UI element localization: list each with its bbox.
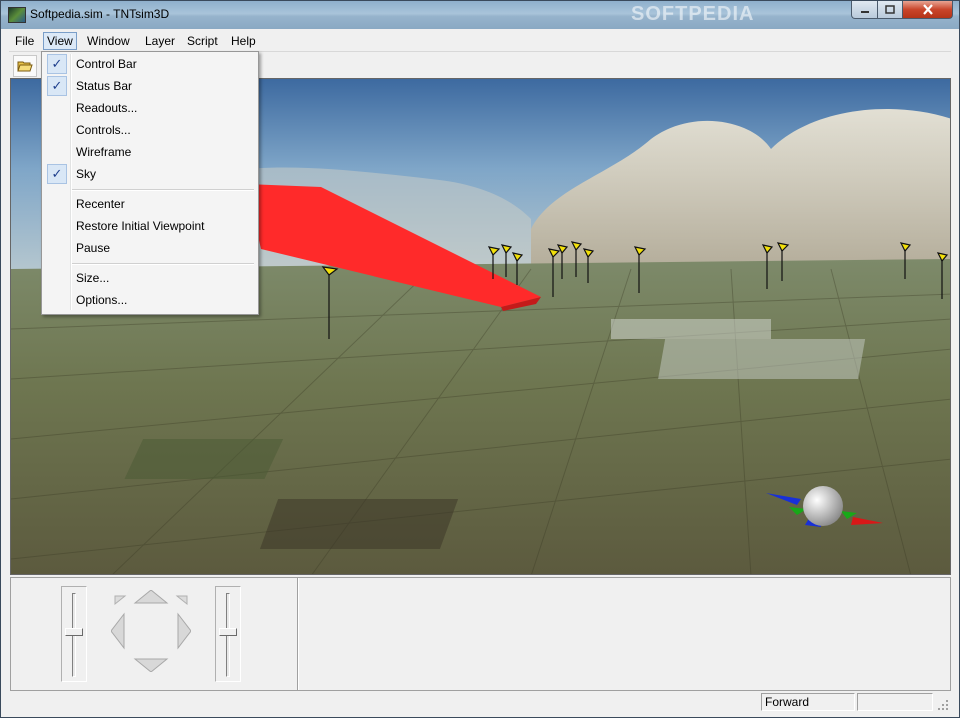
arrow-down-icon[interactable]	[133, 658, 169, 672]
app-icon[interactable]	[8, 7, 26, 23]
navigation-pad[interactable]	[111, 590, 191, 672]
menu-item-control-bar[interactable]: ✓ Control Bar	[42, 53, 258, 75]
panel-divider	[297, 578, 299, 690]
arrow-right-icon[interactable]	[177, 612, 191, 650]
checkmark-icon: ✓	[47, 54, 67, 74]
menu-help[interactable]: Help	[228, 33, 259, 49]
menu-item-label: Pause	[76, 241, 111, 255]
view-menu-dropdown: ✓ Control Bar ✓ Status Bar Readouts... C…	[41, 51, 259, 315]
app-window: Softpedia.sim - TNTsim3D SOFTPEDIA File …	[0, 0, 960, 718]
menu-item-label: Readouts...	[76, 101, 138, 115]
elevation-slider[interactable]	[61, 586, 87, 682]
minimize-icon[interactable]	[851, 1, 878, 19]
menu-item-status-bar[interactable]: ✓ Status Bar	[42, 75, 258, 97]
menu-item-size[interactable]: Size...	[42, 267, 258, 289]
menu-separator	[72, 189, 254, 191]
menu-item-pause[interactable]: Pause	[42, 237, 258, 259]
menu-item-wireframe[interactable]: Wireframe	[42, 141, 258, 163]
title-bar[interactable]: Softpedia.sim - TNTsim3D SOFTPEDIA	[1, 1, 959, 29]
checkmark-icon: ✓	[47, 164, 67, 184]
menu-item-readouts[interactable]: Readouts...	[42, 97, 258, 119]
menu-item-label: Wireframe	[76, 145, 132, 159]
menu-bar: File View Window Layer Script Help	[9, 31, 951, 50]
slider-thumb[interactable]	[219, 628, 237, 636]
menu-item-controls[interactable]: Controls...	[42, 119, 258, 141]
maximize-icon[interactable]	[877, 1, 903, 19]
open-button[interactable]	[13, 55, 37, 77]
checkmark-icon: ✓	[47, 76, 67, 96]
menu-item-label: Status Bar	[76, 79, 133, 93]
status-mode: Forward	[761, 693, 855, 711]
status-bar: Forward	[9, 691, 951, 713]
close-icon[interactable]	[902, 1, 953, 19]
menu-window[interactable]: Window	[84, 33, 133, 49]
menu-item-label: Sky	[76, 167, 97, 181]
menu-item-label: Size...	[76, 271, 110, 285]
menu-script[interactable]: Script	[184, 33, 221, 49]
menu-item-label: Options...	[76, 293, 128, 307]
menu-item-restore-viewpoint[interactable]: Restore Initial Viewpoint	[42, 215, 258, 237]
status-extra	[857, 693, 933, 711]
watermark: SOFTPEDIA	[631, 3, 755, 25]
menu-item-label: Controls...	[76, 123, 131, 137]
open-folder-icon	[17, 61, 33, 72]
arrow-left-icon[interactable]	[111, 612, 125, 650]
menu-item-label: Restore Initial Viewpoint	[76, 219, 205, 233]
menu-file[interactable]: File	[12, 33, 37, 49]
arrow-up-icon[interactable]	[133, 590, 169, 604]
menu-item-sky[interactable]: ✓ Sky	[42, 163, 258, 185]
speed-slider[interactable]	[215, 586, 241, 682]
menu-item-options[interactable]: Options...	[42, 289, 258, 311]
menu-layer[interactable]: Layer	[142, 33, 178, 49]
menu-item-label: Control Bar	[76, 57, 137, 71]
menu-item-label: Recenter	[76, 197, 125, 211]
window-title: Softpedia.sim - TNTsim3D	[30, 7, 170, 21]
controls-panel	[10, 577, 951, 691]
menu-view[interactable]: View	[43, 32, 77, 50]
menu-item-recenter[interactable]: Recenter	[42, 193, 258, 215]
slider-thumb[interactable]	[65, 628, 83, 636]
resize-grip-icon[interactable]	[937, 699, 949, 711]
menu-separator	[72, 263, 254, 265]
